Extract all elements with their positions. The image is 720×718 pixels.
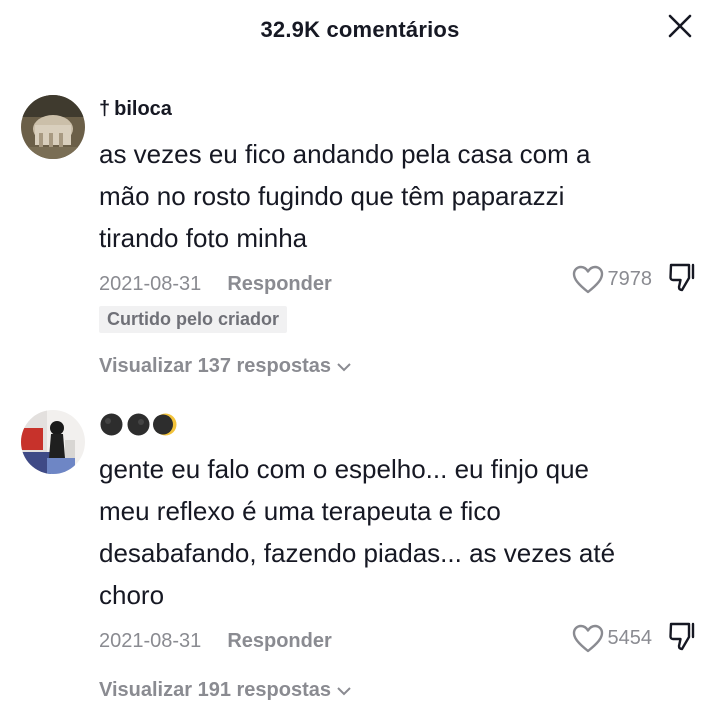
comment-text: gente eu falo com o espelho... eu finjo … [99,448,679,616]
comments-count-title: 32.9K comentários [260,17,460,42]
chevron-down-icon [337,362,351,371]
username[interactable] [99,410,660,438]
view-replies-label: Visualizar 137 respostas [99,355,331,377]
comment-text-line: mão no rosto fugindo que têm paparazzi [99,181,565,211]
view-replies-label: Visualizar 191 respostas [99,679,331,701]
comment-text: as vezes eu fico andando pela casa com a… [99,133,679,259]
comment-date: 2021-08-31 [99,630,202,652]
liked-by-creator-badge: Curtido pelo criador [99,306,288,333]
view-replies-button[interactable]: Visualizar 137 respostas [99,355,660,378]
crescent-moon-icon [153,413,177,435]
like-button[interactable]: 7978 [572,265,653,295]
comment-text-line: as vezes eu fico andando pela casa com a [99,139,591,169]
cross-icon: † [99,98,111,120]
like-count: 7978 [607,268,653,290]
reply-button[interactable]: Responder [227,630,331,653]
avatar[interactable] [21,95,85,159]
dislike-icon[interactable] [668,620,698,657]
avatar[interactable] [21,410,85,474]
comment-text-line: meu reflexo é uma terapeuta e fico [99,496,501,526]
view-replies-button[interactable]: Visualizar 191 respostas [99,679,660,702]
reply-button[interactable]: Responder [227,273,331,296]
username[interactable]: † biloca [99,95,660,123]
heart-icon [572,265,603,293]
like-count: 5454 [607,627,653,649]
comment-text-line: tirando foto minha [99,223,308,253]
dark-moon-icon [100,413,123,435]
heart-icon [572,624,603,652]
close-icon[interactable] [664,10,696,42]
comment-text-line: choro [99,580,165,610]
chevron-down-icon [337,686,351,695]
dark-moon-icon [127,413,150,435]
comment-text-line: gente eu falo com o espelho... eu finjo … [99,454,590,484]
comment-date: 2021-08-31 [99,273,202,295]
like-button[interactable]: 5454 [572,624,653,654]
comments-header: 32.9K comentários [0,0,720,62]
comment-text-line: desabafando, fazendo piadas... as vezes … [99,538,616,568]
username-label: biloca [114,98,172,120]
dislike-icon[interactable] [668,261,698,298]
